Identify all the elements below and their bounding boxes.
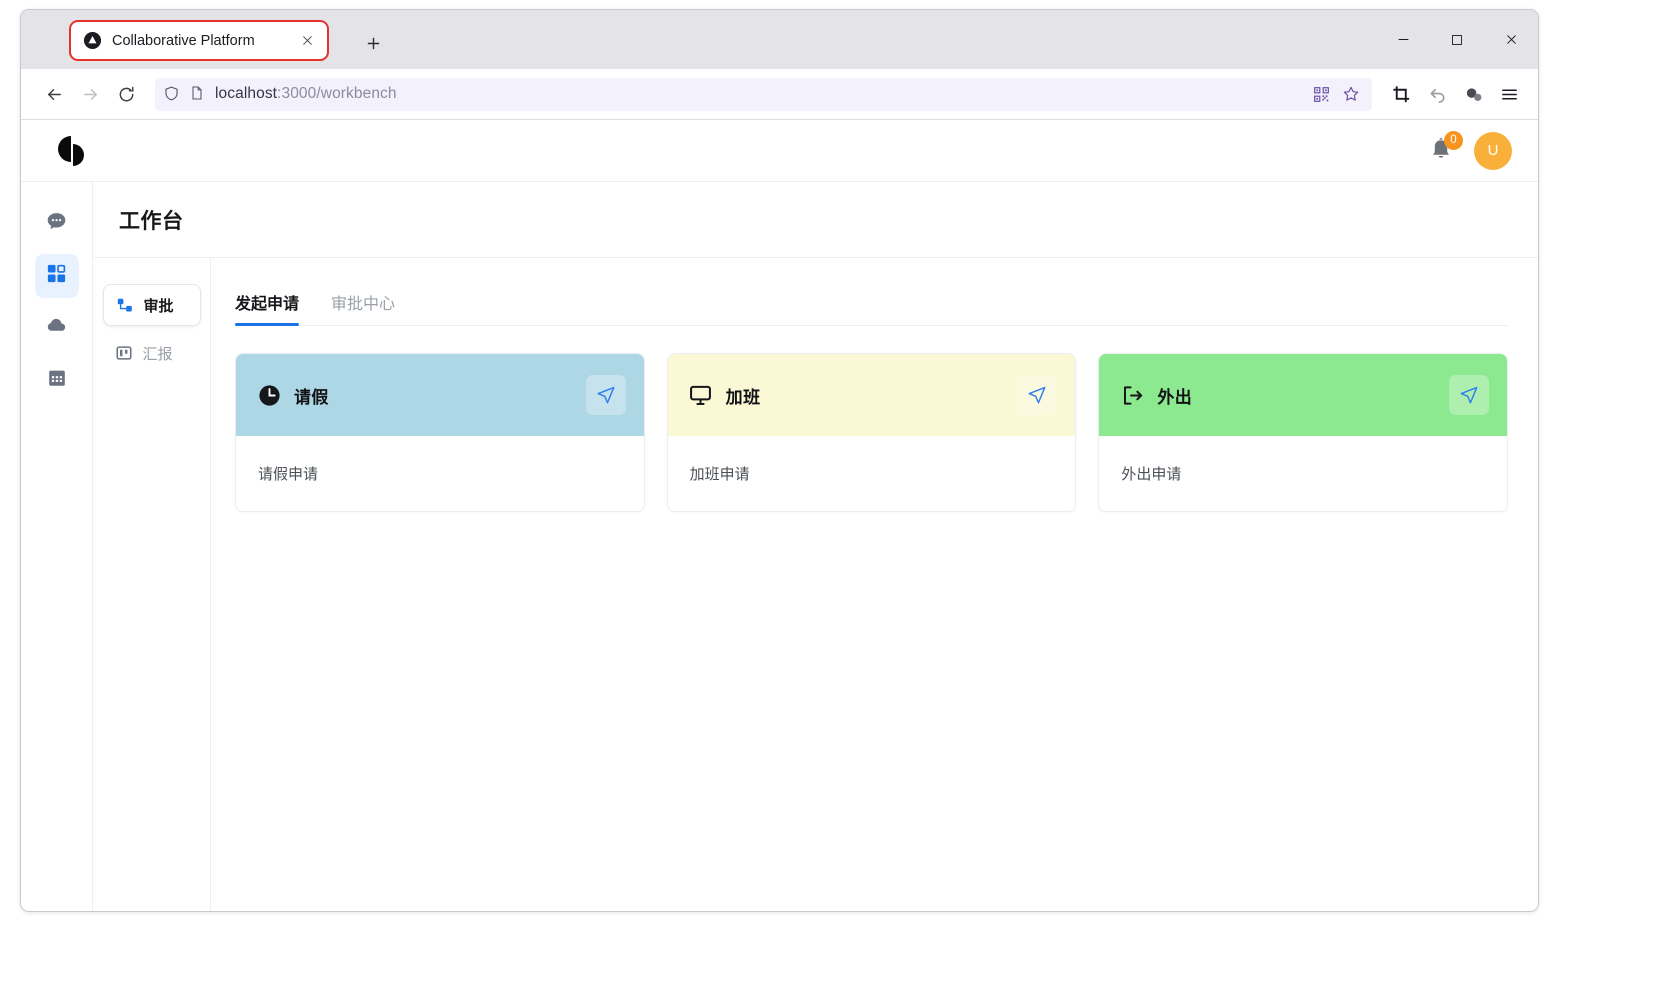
clock-icon	[256, 382, 282, 408]
card-title: 外出	[1157, 387, 1193, 407]
undo-icon[interactable]	[1420, 77, 1454, 111]
tab-approval-center[interactable]: 审批中心	[331, 290, 395, 325]
forward-icon[interactable]	[73, 77, 107, 111]
calendar-grid-icon	[46, 367, 68, 394]
browser-tab[interactable]: Collaborative Platform	[69, 20, 329, 61]
tab-submit-application[interactable]: 发起申请	[235, 290, 300, 326]
sidebar-item-messages[interactable]	[35, 202, 79, 246]
sidebar-item-calendar[interactable]	[35, 358, 79, 402]
new-tab-button[interactable]	[359, 29, 387, 57]
card-header: 加班	[667, 354, 1076, 436]
url-path: :3000/workbench	[277, 85, 397, 102]
application-card-list: 请假 请假申请 加班 加班申请 外出 外出申请	[235, 326, 1509, 512]
reload-icon[interactable]	[109, 77, 143, 111]
app-body: 工作台 审批 汇报 发起申请 审批中心 请假 请假申请 加班 加班申请 外出 外…	[21, 182, 1538, 911]
notification-badge: 0	[1444, 130, 1463, 150]
menu-icon[interactable]	[1492, 77, 1526, 111]
split-circle-logo	[51, 130, 93, 172]
url-text: localhost:3000/workbench	[215, 85, 1300, 103]
url-bar[interactable]: localhost:3000/workbench	[155, 77, 1372, 111]
navigation-toolbar: localhost:3000/workbench	[21, 69, 1538, 120]
card-body: 加班申请	[667, 436, 1076, 511]
crop-icon[interactable]	[1384, 77, 1418, 111]
application-card-leave[interactable]: 请假 请假申请	[235, 353, 645, 512]
flow-branch-icon	[116, 296, 135, 315]
tab-strip: Collaborative Platform	[21, 10, 1538, 69]
card-description: 外出申请	[1121, 466, 1182, 483]
send-plane-icon[interactable]	[585, 375, 626, 415]
card-header: 请假	[236, 354, 644, 436]
grid-apps-icon	[45, 262, 68, 290]
card-title: 请假	[294, 387, 329, 407]
header-actions: 0 U	[1428, 130, 1512, 170]
exit-arrow-icon	[1119, 382, 1145, 408]
url-host: localhost	[215, 85, 278, 102]
url-bar-actions	[1308, 81, 1364, 107]
minimize-icon[interactable]	[1376, 10, 1430, 69]
window-controls	[1376, 10, 1538, 69]
page-title: 工作台	[119, 209, 184, 233]
browser-window: Collaborative Platform localhost:3000/wo…	[20, 9, 1539, 912]
subnav-item-label: 审批	[143, 297, 174, 315]
bookmark-star-icon[interactable]	[1338, 81, 1364, 107]
tab-label: 审批中心	[331, 296, 396, 313]
cloud-icon	[45, 314, 68, 342]
monitor-icon	[688, 382, 714, 408]
back-icon[interactable]	[37, 77, 71, 111]
subnav-item-label: 汇报	[142, 345, 173, 363]
avatar[interactable]: U	[1474, 131, 1512, 170]
sidebar-item-cloud[interactable]	[35, 306, 79, 350]
card-body: 请假申请	[236, 436, 644, 511]
tab-label: 发起申请	[235, 296, 300, 313]
panel-tabs: 发起申请 审批中心	[235, 280, 1508, 326]
card-description: 加班申请	[689, 466, 750, 483]
triangle-circle-icon	[83, 31, 102, 50]
send-plane-icon[interactable]	[1449, 375, 1490, 415]
window-close-icon[interactable]	[1484, 10, 1538, 69]
subnav-item-report[interactable]: 汇报	[103, 332, 201, 374]
shield-icon	[163, 85, 181, 103]
page-viewport: 0 U 工作台 审批 汇报 发起申请 审批中心 请假 请假申请 加班 加班申请 …	[21, 120, 1538, 911]
content-area: 工作台 审批 汇报 发起申请 审批中心 请假 请假申请 加班 加班申请 外出 外…	[93, 182, 1538, 911]
card-header: 外出	[1099, 354, 1508, 436]
close-icon[interactable]	[297, 31, 317, 51]
card-title: 加班	[725, 387, 761, 407]
approval-panel: 发起申请 审批中心 请假 请假申请 加班 加班申请 外出 外出申请	[211, 258, 1538, 911]
tab-title: Collaborative Platform	[112, 32, 255, 49]
board-icon	[115, 344, 134, 363]
app-header: 0 U	[21, 120, 1538, 182]
screen: Collaborative Platform localhost:3000/wo…	[0, 0, 1654, 989]
page-main: 审批 汇报 发起申请 审批中心 请假 请假申请 加班 加班申请 外出 外出申请	[93, 258, 1538, 911]
page-title-bar: 工作台	[93, 182, 1538, 258]
page-icon	[189, 85, 207, 103]
sidebar-item-workbench[interactable]	[34, 254, 79, 298]
send-plane-icon[interactable]	[1017, 375, 1058, 415]
extension-icon[interactable]	[1456, 77, 1490, 111]
icon-rail	[21, 182, 93, 911]
application-card-overtime[interactable]: 加班 加班申请	[666, 353, 1077, 512]
card-body: 外出申请	[1099, 436, 1508, 511]
qr-code-icon[interactable]	[1308, 81, 1334, 107]
sub-navigation: 审批 汇报	[93, 258, 211, 911]
subnav-item-approval[interactable]: 审批	[102, 284, 201, 326]
chat-bubble-icon	[45, 210, 68, 238]
card-description: 请假申请	[258, 466, 319, 483]
notifications-button[interactable]: 0	[1428, 130, 1463, 165]
maximize-icon[interactable]	[1430, 10, 1484, 69]
application-card-outing[interactable]: 外出 外出申请	[1098, 353, 1509, 512]
